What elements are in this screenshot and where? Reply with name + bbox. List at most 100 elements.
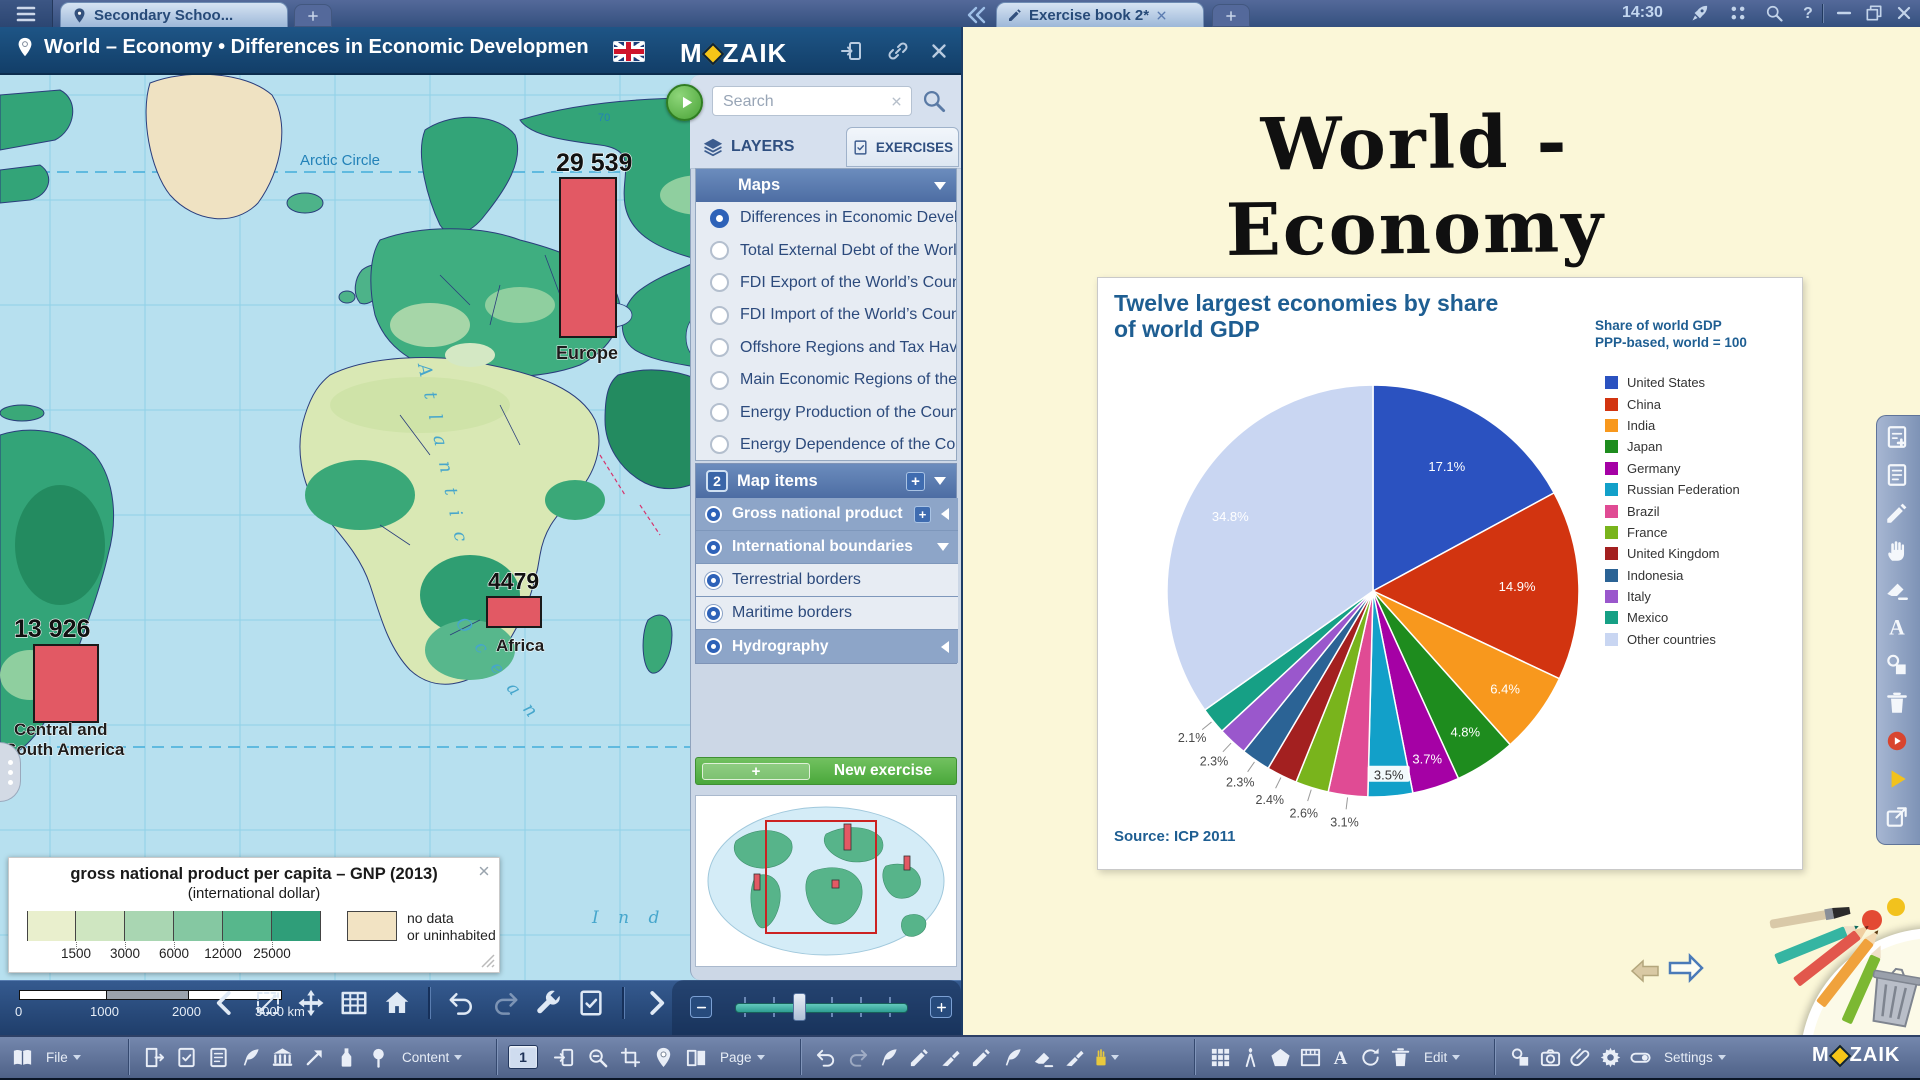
redo-icon[interactable] (843, 1043, 871, 1071)
layer-hydrography[interactable]: Hydrography (696, 630, 958, 663)
eraser-icon[interactable] (1029, 1043, 1057, 1071)
add-item-icon[interactable] (906, 472, 925, 491)
map-items-header[interactable]: 2 Map items (696, 464, 956, 498)
send-to-page-icon[interactable] (840, 39, 864, 63)
zoom-out-button[interactable] (690, 996, 712, 1018)
zoom-page-icon[interactable] (583, 1043, 611, 1071)
chart-card[interactable]: Twelve largest economies by share of wor… (1097, 277, 1803, 870)
undo-icon[interactable] (812, 1043, 840, 1071)
map-option-offshore[interactable]: Offshore Regions and Tax Havens A (696, 332, 956, 364)
measure-icon[interactable] (253, 988, 283, 1018)
record-icon[interactable] (1884, 728, 1910, 754)
pan-icon[interactable] (296, 988, 326, 1018)
page-export-icon[interactable] (550, 1043, 578, 1071)
play-icon[interactable] (1884, 766, 1910, 792)
play-presentation-button[interactable] (666, 84, 703, 121)
add-page-icon[interactable] (1884, 424, 1910, 450)
radio-selected[interactable] (710, 209, 729, 228)
radio[interactable] (710, 435, 729, 454)
wrench-icon[interactable] (533, 988, 563, 1018)
previous-page-button[interactable] (1630, 958, 1660, 984)
link-icon[interactable] (886, 39, 910, 63)
map-option-external-debt[interactable]: Total External Debt of the World’s C (696, 234, 956, 266)
layer-international-boundaries[interactable]: International boundaries (696, 531, 958, 564)
data-table-icon[interactable] (339, 988, 369, 1018)
brush-icon[interactable] (998, 1043, 1026, 1071)
content-menu[interactable]: Content (402, 1050, 462, 1065)
compass-tool-icon[interactable] (1236, 1043, 1264, 1071)
zoom-slider-handle[interactable] (793, 993, 806, 1021)
settings-menu[interactable]: Settings (1664, 1050, 1726, 1065)
share-arrow-icon[interactable] (300, 1043, 328, 1071)
radio-selected[interactable] (705, 506, 722, 523)
clear-search-icon[interactable] (890, 95, 903, 108)
hand-tool-icon[interactable] (1884, 538, 1910, 564)
zoom-in-button[interactable] (930, 996, 952, 1018)
tab-layers[interactable]: LAYERS (702, 131, 840, 163)
radio-selected[interactable] (705, 605, 722, 622)
radio[interactable] (710, 273, 729, 292)
tab-exercise-book[interactable]: Exercise book 2* (996, 2, 1204, 27)
page-menu[interactable]: Page (720, 1050, 765, 1065)
layer-maritime-borders[interactable]: Maritime borders (696, 597, 958, 630)
resize-handle-icon[interactable] (479, 952, 495, 968)
close-tab-icon[interactable] (1155, 9, 1168, 22)
new-tab-button[interactable] (294, 4, 332, 27)
minimize-icon[interactable] (1834, 3, 1854, 23)
close-legend-icon[interactable] (477, 864, 491, 878)
new-tab-button[interactable] (1212, 4, 1250, 27)
trash-icon[interactable] (1884, 690, 1910, 716)
layer-gnp[interactable]: Gross national product pe (696, 498, 958, 531)
launcher-rocket-icon[interactable] (1690, 3, 1710, 23)
notes-icon[interactable] (1884, 462, 1910, 488)
radio[interactable] (710, 306, 729, 325)
zoom-slider-track[interactable] (735, 1003, 908, 1013)
expand-left-icon[interactable] (941, 508, 949, 520)
shape-pentagon-icon[interactable] (1266, 1043, 1294, 1071)
marker-icon[interactable] (936, 1043, 964, 1071)
edit-check-icon[interactable] (172, 1043, 200, 1071)
search-icon[interactable] (1764, 3, 1784, 23)
import-page-icon[interactable] (140, 1043, 168, 1071)
text-tool-icon[interactable] (1884, 614, 1910, 640)
palette-knife-icon[interactable] (1060, 1043, 1088, 1071)
ink-bottle-icon[interactable] (332, 1043, 360, 1071)
collapse-icon[interactable] (937, 543, 949, 551)
pen-tool-icon[interactable] (1884, 500, 1910, 526)
edit-menu[interactable]: Edit (1424, 1050, 1460, 1065)
split-view-icon[interactable] (682, 1043, 710, 1071)
minimap[interactable] (695, 795, 957, 967)
tab-secondary-school[interactable]: Secondary Schoo... (60, 2, 288, 27)
file-menu[interactable]: File (46, 1050, 81, 1065)
expand-right-icon[interactable] (641, 988, 671, 1018)
map-option-fdi-import[interactable]: FDI Import of the World’s Countrie (696, 299, 956, 331)
open-external-icon[interactable] (1884, 804, 1910, 830)
maps-panel-header[interactable]: Maps (696, 169, 956, 202)
presenter-icon[interactable] (649, 1043, 677, 1071)
search-icon[interactable] (920, 87, 947, 114)
radio-selected[interactable] (705, 539, 722, 556)
expand-left-icon[interactable] (941, 641, 949, 653)
feather-pen-icon[interactable] (874, 1043, 902, 1071)
redo-icon[interactable] (490, 988, 520, 1018)
document-icon[interactable] (204, 1043, 232, 1071)
gear-icon[interactable] (1596, 1043, 1624, 1071)
next-page-button[interactable] (1666, 952, 1704, 984)
collapse-tabs-button[interactable] (964, 3, 988, 25)
pencil-icon[interactable] (967, 1043, 995, 1071)
main-menu-button[interactable] (0, 0, 53, 27)
map-option-fdi-export[interactable]: FDI Export of the World’s Countries (696, 267, 956, 299)
open-book-icon[interactable] (8, 1043, 36, 1071)
new-exercise-button[interactable]: New exercise (695, 757, 957, 785)
collapse-icon[interactable] (934, 477, 946, 485)
rotate-icon[interactable] (1356, 1043, 1384, 1071)
map-option-energy-production[interactable]: Energy Production of the Countries (696, 396, 956, 428)
toggle-icon[interactable] (1626, 1043, 1654, 1071)
crop-icon[interactable] (616, 1043, 644, 1071)
marker-pin-icon[interactable] (364, 1043, 392, 1071)
trash-icon[interactable] (1386, 1043, 1414, 1071)
paperclip-icon[interactable] (1566, 1043, 1594, 1071)
museum-icon[interactable] (268, 1043, 296, 1071)
shapes-icon[interactable] (1884, 652, 1910, 678)
radio[interactable] (710, 338, 729, 357)
